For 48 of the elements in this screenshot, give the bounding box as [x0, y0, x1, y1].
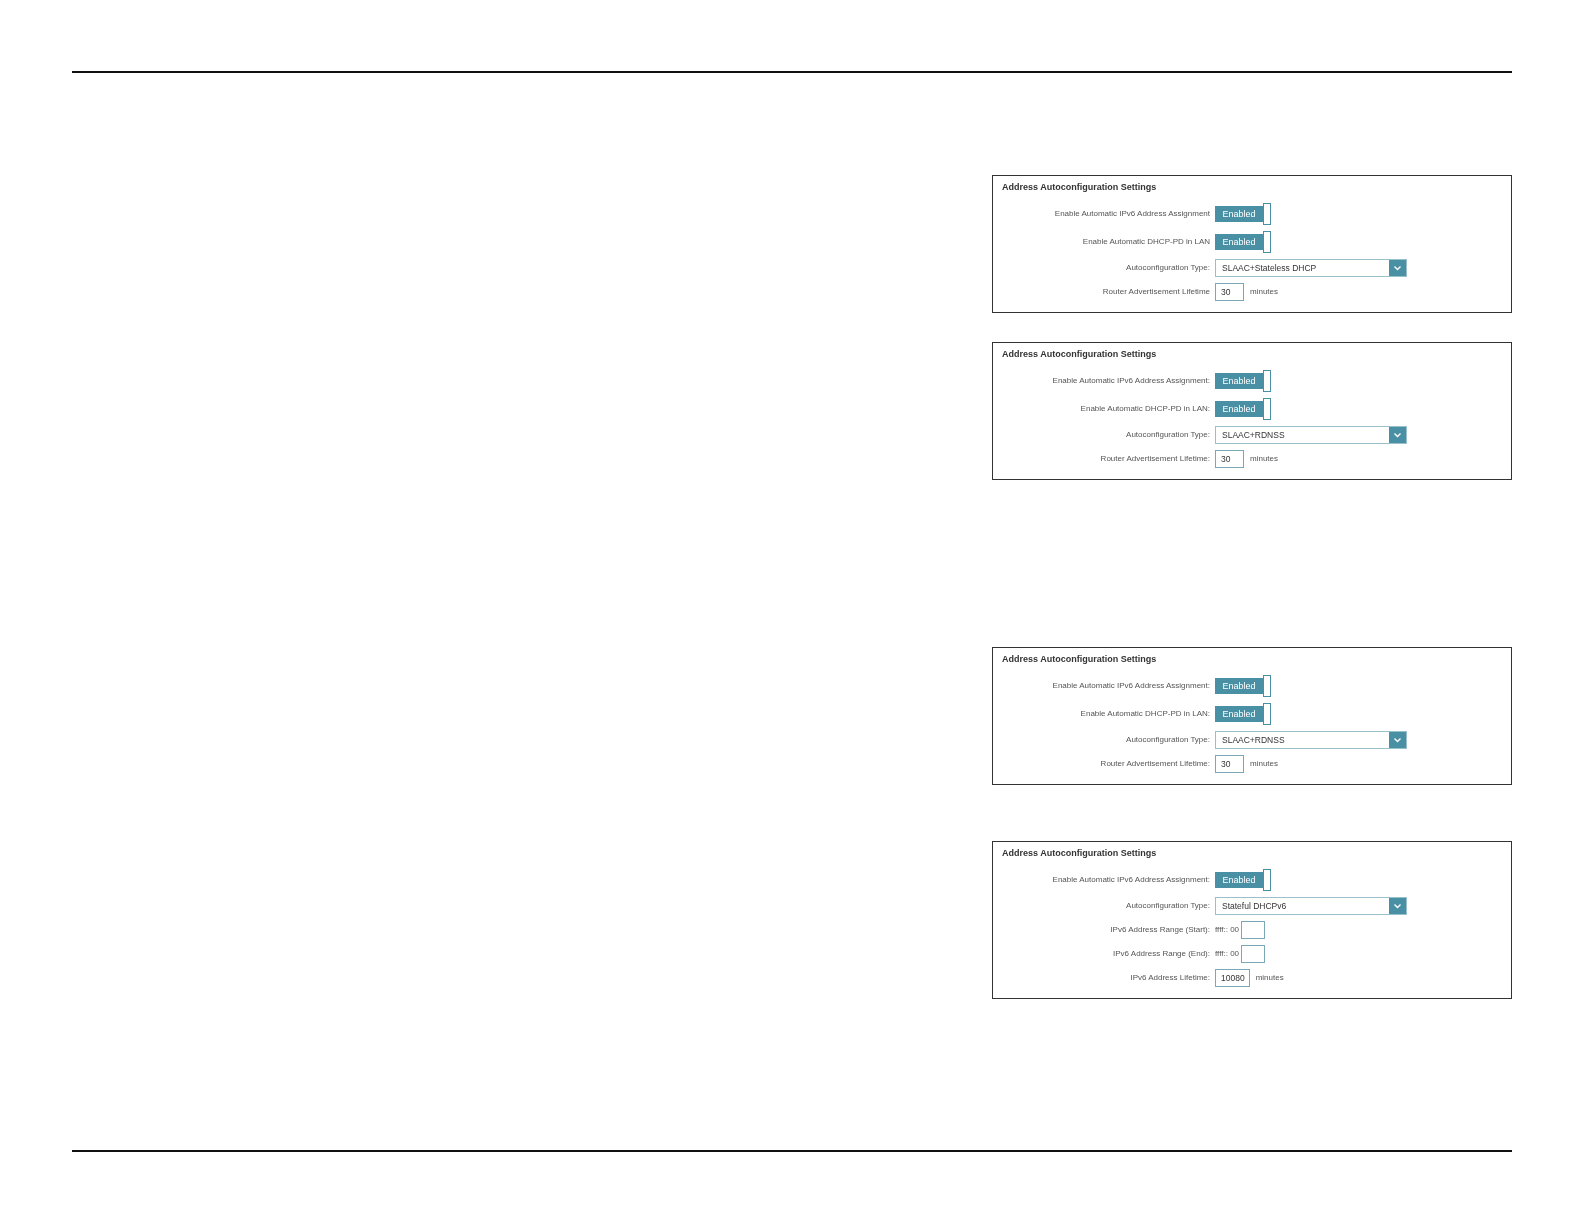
chevron-down-icon — [1389, 260, 1406, 276]
field-label: Enable Automatic DHCP-PD in LAN — [1082, 237, 1210, 247]
toggle-switch[interactable]: Enabled — [1215, 703, 1271, 725]
dropdown-select[interactable]: SLAAC+RDNSS — [1215, 426, 1407, 444]
address-prefix: ffff:: 00 — [1215, 949, 1240, 959]
dropdown-select[interactable]: SLAAC+RDNSS — [1215, 731, 1407, 749]
unit-label: minutes — [1250, 759, 1278, 769]
input-field[interactable] — [1241, 921, 1266, 939]
unit-label: minutes — [1255, 973, 1284, 983]
text-field[interactable]: 30 — [1215, 283, 1244, 301]
field-label: Autoconfiguration Type: — [1126, 430, 1210, 440]
text-field[interactable]: 30 — [1215, 450, 1244, 468]
toggle-switch[interactable]: Enabled — [1215, 398, 1271, 420]
field-label: Enable Automatic IPv6 Address Assignment: — [1052, 376, 1210, 386]
field-label: Enable Automatic DHCP-PD in LAN: — [1080, 404, 1210, 414]
chevron-down-icon — [1389, 427, 1406, 443]
toggle-switch[interactable]: Enabled — [1215, 203, 1271, 225]
toggle-switch[interactable]: Enabled — [1215, 370, 1271, 392]
field-label: Enable Automatic IPv6 Address Assignment — [1054, 209, 1210, 219]
address-prefix: ffff:: 00 — [1215, 925, 1240, 935]
dropdown-select[interactable]: Stateful DHCPv6 — [1215, 897, 1407, 915]
panel-title: Address Autoconfiguration Settings — [1002, 348, 1157, 360]
unit-label: minutes — [1250, 454, 1278, 464]
text-field[interactable]: 30 — [1215, 755, 1244, 773]
toggle-switch[interactable]: Enabled — [1215, 675, 1271, 697]
chevron-down-icon — [1389, 732, 1406, 748]
dropdown-select[interactable]: SLAAC+Stateless DHCP — [1215, 259, 1407, 277]
field-label: Autoconfiguration Type: — [1126, 263, 1210, 273]
unit-label: minutes — [1250, 287, 1278, 297]
field-label: Router Advertisement Lifetime: — [1100, 759, 1210, 769]
panel-title: Address Autoconfiguration Settings — [1002, 653, 1157, 665]
field-label: Router Advertisement Lifetime — [1102, 287, 1210, 297]
field-label: IPv6 Address Range (End): — [1113, 949, 1210, 959]
panel-title: Address Autoconfiguration Settings — [1002, 181, 1157, 193]
text-field[interactable]: 10080 — [1215, 969, 1250, 987]
field-label: Enable Automatic IPv6 Address Assignment: — [1052, 681, 1210, 691]
field-label: Enable Automatic DHCP-PD in LAN: — [1080, 709, 1210, 719]
toggle-switch[interactable]: Enabled — [1215, 869, 1271, 891]
input-field[interactable] — [1241, 945, 1266, 963]
panel-title: Address Autoconfiguration Settings — [1002, 847, 1157, 859]
toggle-switch[interactable]: Enabled — [1215, 231, 1271, 253]
field-label: Router Advertisement Lifetime: — [1100, 454, 1210, 464]
field-label: IPv6 Address Range (Start): — [1110, 925, 1210, 935]
field-label: Enable Automatic IPv6 Address Assignment: — [1052, 875, 1210, 885]
field-label: IPv6 Address Lifetime: — [1130, 973, 1210, 983]
chevron-down-icon — [1389, 898, 1406, 914]
field-label: Autoconfiguration Type: — [1126, 735, 1210, 745]
field-label: Autoconfiguration Type: — [1126, 901, 1210, 911]
